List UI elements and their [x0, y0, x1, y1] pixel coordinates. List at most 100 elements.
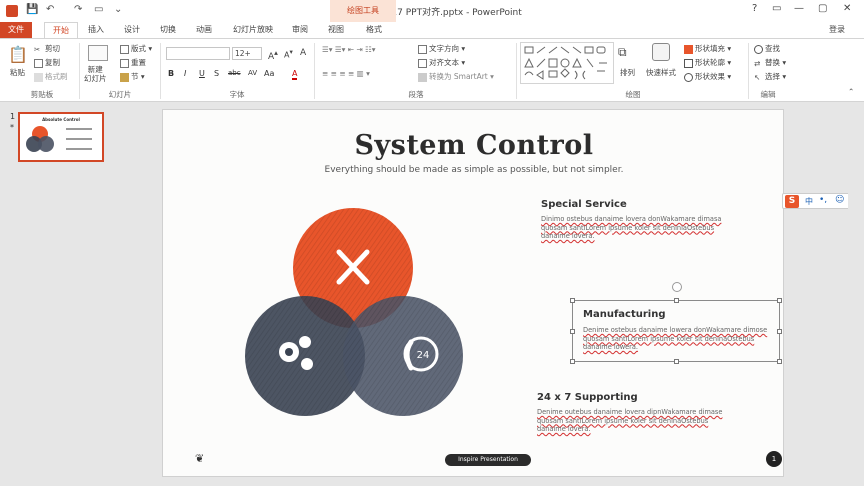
align-text-icon [418, 58, 427, 68]
resize-handle[interactable] [570, 329, 575, 334]
tab-design[interactable]: 设计 [118, 22, 146, 38]
paint-bucket-icon [684, 44, 693, 54]
char-spacing-button[interactable]: AV [248, 69, 257, 77]
shapes-gallery[interactable] [520, 42, 614, 84]
align-text-label: 对齐文本 [429, 58, 459, 67]
text-direction-label: 文字方向 [429, 44, 459, 53]
tab-home[interactable]: 开始 [44, 22, 78, 38]
shape-effects-button[interactable]: 形状效果 ▾ [684, 71, 731, 82]
font-size-value: 12+ [235, 49, 251, 58]
logo-icon: ❦ [195, 452, 205, 465]
underline-button[interactable]: U [199, 69, 205, 78]
copy-label: 复制 [45, 58, 60, 67]
bullets-icon[interactable]: ☰▾ ☰▾ ⇤ ⇥ ☷▾ [322, 45, 376, 54]
alignment-icons[interactable]: ≡ ≡ ≡ ≡ ▥ ▾ [322, 69, 370, 78]
resize-handle[interactable] [674, 359, 679, 364]
italic-button[interactable]: I [184, 69, 186, 78]
bold-button[interactable]: B [168, 69, 174, 78]
divider [516, 43, 517, 99]
layout-button[interactable]: 版式 ▾ [120, 43, 152, 54]
section-body-2[interactable]: Denime ostebus danaime lowera donWakamar… [583, 326, 773, 352]
resize-handle[interactable] [674, 298, 679, 303]
section-heading-1[interactable]: Special Service [541, 199, 627, 210]
shape-effects-icon [684, 72, 693, 82]
slide-thumbnail-1[interactable]: Absolute Control [18, 112, 104, 162]
shrink-font-icon[interactable]: A▾ [284, 48, 293, 60]
select-button[interactable]: ↖ 选择 ▾ [754, 71, 786, 82]
format-painter-button[interactable]: 格式刷 [34, 71, 68, 82]
section-button[interactable]: 节 ▾ [120, 71, 145, 82]
select-label: 选择 [765, 72, 780, 81]
text-direction-button[interactable]: 文字方向 ▾ [418, 43, 465, 54]
tab-format[interactable]: 格式 [358, 22, 390, 38]
rotate-handle-icon[interactable] [672, 282, 682, 292]
quick-styles-button[interactable]: 快速样式 [646, 67, 676, 78]
group-label-drawing: 绘图 [625, 90, 641, 99]
arrange-button[interactable]: 排列 [620, 67, 635, 78]
smartart-label: 转换为 SmartArt [429, 72, 488, 81]
smartart-button[interactable]: 转换为 SmartArt ▾ [418, 71, 494, 82]
close-button[interactable]: ✕ [843, 3, 851, 14]
font-size-dropdown[interactable]: 12+ [232, 47, 262, 60]
font-color-button[interactable]: A [292, 69, 298, 80]
resize-handle[interactable] [777, 359, 782, 364]
section-heading-3[interactable]: 24 x 7 Supporting [537, 392, 638, 403]
quick-styles-icon[interactable] [652, 43, 670, 61]
collapse-ribbon-icon[interactable]: ⌃ [848, 87, 854, 96]
align-text-button[interactable]: 对齐文本 ▾ [418, 57, 465, 68]
ime-language[interactable]: 中 [805, 196, 813, 207]
reset-button[interactable]: 重置 [120, 57, 146, 68]
ime-emoji-icon[interactable]: ☺ [835, 195, 844, 205]
section-body-1[interactable]: Dinimo ostebus danaime lovera donWakamar… [541, 215, 733, 241]
text-shadow-button[interactable]: S [214, 69, 219, 78]
page-number: 1 [766, 451, 782, 467]
section-heading-2[interactable]: Manufacturing [583, 309, 666, 320]
find-button[interactable]: 查找 [754, 43, 780, 54]
tab-review[interactable]: 审阅 [286, 22, 314, 38]
cut-button[interactable]: ✂ 剪切 [34, 43, 60, 54]
strikethrough-button[interactable]: abc [228, 69, 241, 77]
tab-view[interactable]: 视图 [322, 22, 350, 38]
thumbnail-line [66, 148, 92, 150]
clear-formatting-icon[interactable]: A [300, 48, 306, 58]
circle-24-label: 24 [417, 350, 430, 361]
copy-button[interactable]: 复制 [34, 57, 60, 68]
grow-font-icon[interactable]: A▴ [268, 48, 278, 62]
reset-label: 重置 [131, 58, 146, 67]
tab-file[interactable]: 文件 [0, 22, 32, 38]
minimize-button[interactable]: — [794, 3, 804, 14]
shape-outline-button[interactable]: 形状轮廓 ▾ [684, 57, 731, 68]
shape-fill-button[interactable]: 形状填充 ▾ [684, 43, 731, 54]
slide-subtitle[interactable]: Everything should be made as simple as p… [163, 165, 783, 175]
shape-fill-label: 形状填充 [695, 44, 725, 53]
resize-handle[interactable] [777, 298, 782, 303]
change-case-button[interactable]: Aa [264, 69, 274, 78]
slide-title[interactable]: System Control [163, 130, 783, 161]
login-link[interactable]: 登录 [822, 22, 852, 38]
contextual-tab-group-label: 绘图工具 [330, 0, 396, 22]
new-slide-icon[interactable] [88, 45, 108, 61]
window-title: BG 426+1 17 PPT对齐.pptx - PowerPoint [342, 8, 522, 18]
help-icon[interactable]: ? [752, 3, 757, 14]
ime-punct-icon[interactable]: •, [819, 195, 827, 205]
title-bar: 💾 ↶ ↷ ▭ ⌄ BG 426+1 17 PPT对齐.pptx - Power… [0, 0, 864, 22]
tab-transitions[interactable]: 切换 [154, 22, 182, 38]
tab-animations[interactable]: 动画 [190, 22, 218, 38]
ribbon-display-options-icon[interactable]: ▭ [772, 3, 781, 14]
new-slide-button[interactable]: 新建 幻灯片 [84, 65, 107, 83]
resize-handle[interactable] [777, 329, 782, 334]
resize-handle[interactable] [570, 298, 575, 303]
paste-button[interactable]: 粘贴 [10, 67, 25, 78]
slide-canvas[interactable]: System Control Everything should be made… [162, 109, 784, 477]
tab-slideshow[interactable]: 幻灯片放映 [228, 22, 278, 38]
vertical-scrollbar[interactable] [848, 103, 864, 486]
replace-button[interactable]: ⇄ 替换 ▾ [754, 57, 786, 68]
venn-diagram[interactable]: 24 [241, 202, 469, 434]
maximize-button[interactable]: ▢ [818, 3, 827, 14]
section-body-3[interactable]: Denime outebus danaime lovera dipnWakama… [537, 408, 729, 434]
font-name-dropdown[interactable] [166, 47, 230, 60]
resize-handle[interactable] [570, 359, 575, 364]
paste-icon[interactable]: 📋 [8, 45, 28, 64]
arrange-icon[interactable]: ⧉ [618, 45, 627, 60]
tab-insert[interactable]: 插入 [82, 22, 110, 38]
